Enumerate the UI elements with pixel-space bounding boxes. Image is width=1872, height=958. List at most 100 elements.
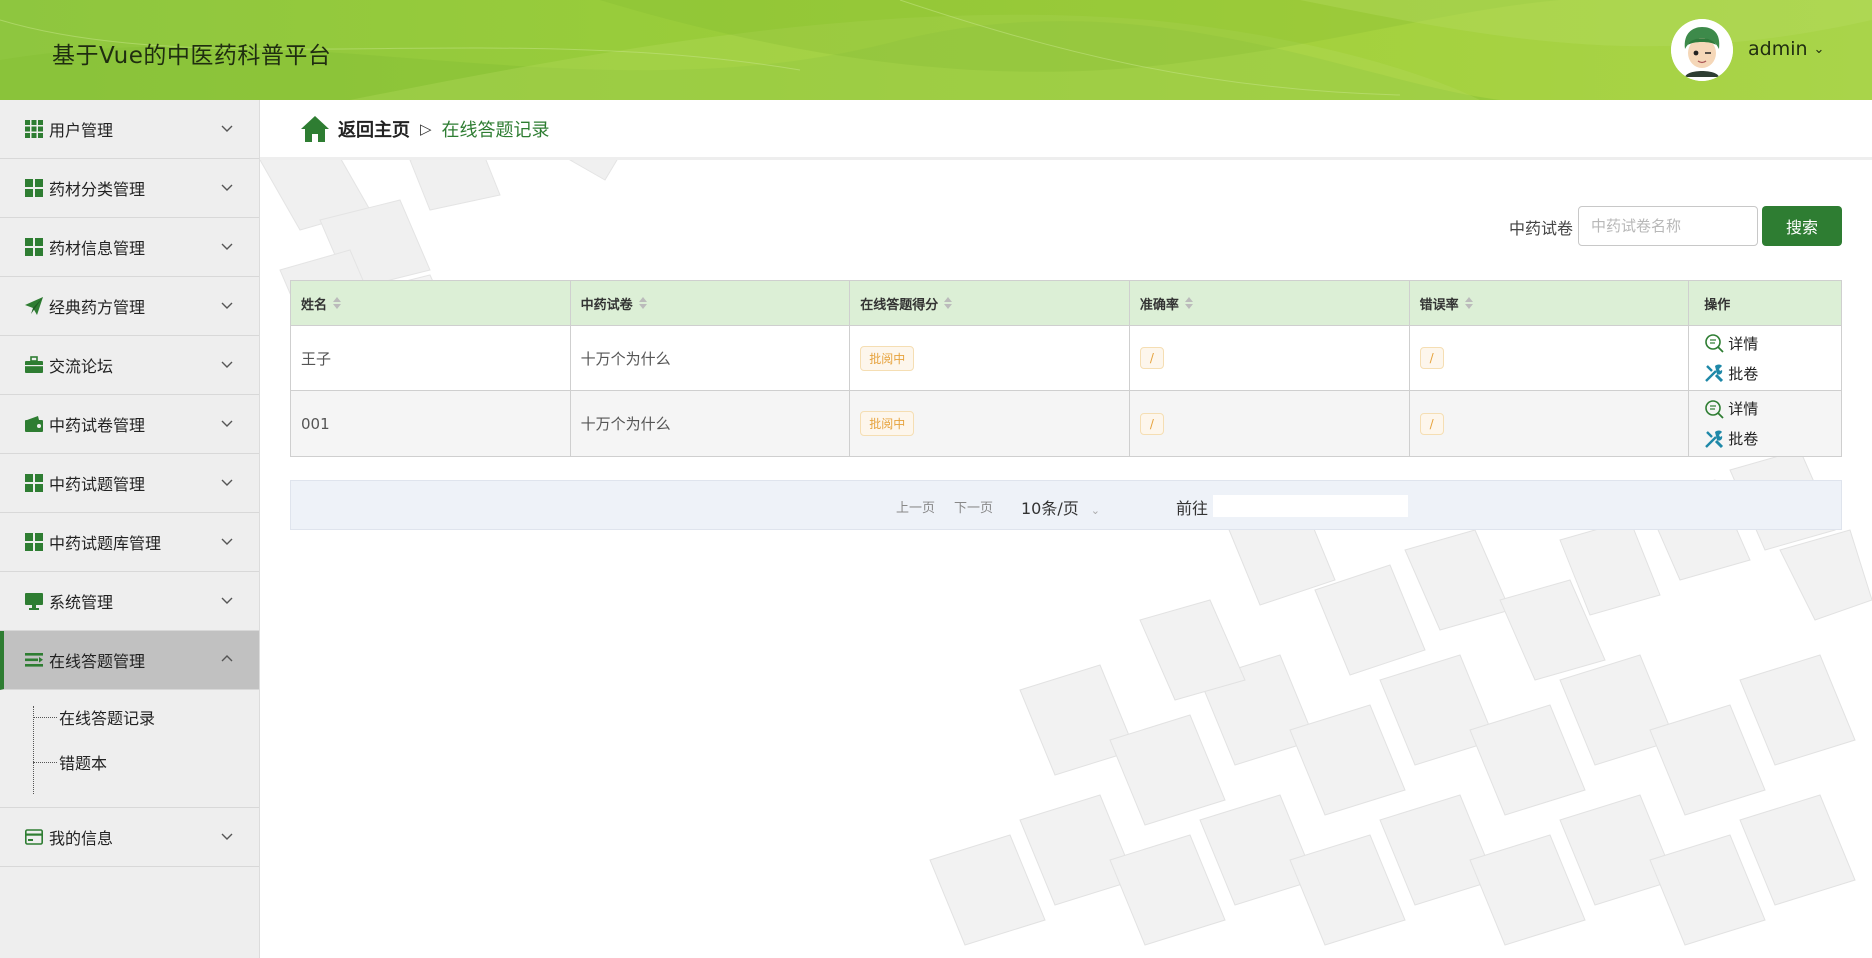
avatar[interactable] (1671, 19, 1733, 81)
chevron-down-icon (221, 184, 233, 191)
next-page-button[interactable]: 下一页 (954, 497, 993, 516)
column-header-label: 中药试卷 (580, 297, 633, 313)
sidebar-item-label: 交流论坛 (49, 357, 114, 376)
detail-label: 详情 (1728, 334, 1759, 353)
sidebar-item-user-management[interactable]: 用户管理 (0, 100, 259, 159)
chevron-down-icon (221, 597, 233, 604)
cell-error-rate: / (1410, 326, 1690, 390)
grade-button[interactable]: 批卷 (1704, 358, 1758, 388)
column-header-error-rate[interactable]: 错误率 (1410, 281, 1690, 325)
submenu-item-answer-records[interactable]: 在线答题记录 (33, 705, 155, 729)
column-header-actions: 操作 (1689, 281, 1841, 325)
search-label: 中药试卷 (1509, 219, 1574, 238)
sort-icon[interactable] (1184, 297, 1193, 309)
app-title: 基于Vue的中医药科普平台 (52, 43, 332, 69)
chevron-down-icon (221, 833, 233, 840)
sidebar-item-my-info[interactable]: 我的信息 (0, 808, 259, 867)
detail-button[interactable]: 详情 (1704, 328, 1758, 358)
paper-plane-icon (24, 296, 44, 316)
grade-button[interactable]: 批卷 (1704, 424, 1758, 454)
cell-name: 王子 (291, 326, 571, 390)
column-header-paper[interactable]: 中药试卷 (571, 281, 851, 325)
tools-icon (1705, 430, 1724, 448)
sort-icon[interactable] (1464, 297, 1473, 309)
chevron-down-icon (221, 361, 233, 368)
column-header-accuracy[interactable]: 准确率 (1130, 281, 1410, 325)
user-menu[interactable]: admin ⌄ (1748, 38, 1824, 60)
search-detail-icon (1705, 399, 1724, 419)
column-header-label: 操作 (1704, 297, 1731, 313)
goto-page-input[interactable] (1213, 495, 1408, 517)
sidebar-item-herb-info[interactable]: 药材信息管理 (0, 218, 259, 277)
search-button[interactable]: 搜索 (1762, 206, 1842, 246)
value-badge: / (1139, 412, 1164, 435)
sidebar-item-label: 药材信息管理 (49, 239, 146, 258)
cell-name: 001 (291, 391, 571, 456)
status-badge: 批阅中 (860, 411, 915, 436)
sidebar-item-label: 药材分类管理 (49, 180, 146, 199)
cell-accuracy: / (1130, 391, 1410, 456)
sidebar-item-label: 我的信息 (49, 829, 114, 848)
sort-icon[interactable] (638, 297, 647, 309)
tree-branch (33, 716, 57, 718)
home-icon[interactable] (300, 115, 330, 143)
breadcrumb: 返回主页 ▷ 在线答题记录 (260, 100, 1872, 160)
sidebar-item-exam-question[interactable]: 中药试题管理 (0, 454, 259, 513)
value-badge: / (1139, 347, 1164, 369)
sidebar-item-herb-category[interactable]: 药材分类管理 (0, 159, 259, 218)
sidebar-item-label: 经典药方管理 (49, 298, 146, 317)
sort-icon[interactable] (333, 297, 342, 309)
pagination: 上一页 下一页 10条/页 ⌄ 前往 (290, 480, 1842, 530)
value-badge: / (1419, 347, 1444, 369)
username: admin (1748, 38, 1808, 60)
sidebar-item-label: 中药试题库管理 (49, 534, 162, 553)
sidebar-item-system[interactable]: 系统管理 (0, 572, 259, 631)
tools-icon (1705, 364, 1724, 383)
chevron-down-icon (221, 302, 233, 309)
cell-actions: 详情 批卷 (1689, 326, 1841, 390)
breadcrumb-current: 在线答题记录 (441, 119, 550, 141)
sidebar-item-classic-prescriptions[interactable]: 经典药方管理 (0, 277, 259, 336)
cell-paper: 十万个为什么 (571, 391, 851, 456)
sidebar-item-question-bank[interactable]: 中药试题库管理 (0, 513, 259, 572)
chevron-down-icon: ⌄ (1090, 504, 1100, 517)
records-table: 姓名 中药试卷 在线答题得分 准确率 错误率 操作 王子 十万个为什么 批阅中 … (290, 280, 1842, 457)
cell-accuracy: / (1130, 326, 1410, 390)
prev-page-button[interactable]: 上一页 (896, 497, 935, 516)
chevron-down-icon (221, 479, 233, 486)
breadcrumb-home-link[interactable]: 返回主页 (338, 116, 410, 142)
column-header-label: 在线答题得分 (860, 297, 939, 313)
cell-actions: 详情 批卷 (1689, 391, 1841, 456)
main-content: 返回主页 ▷ 在线答题记录 中药试卷 搜索 姓名 中药试卷 在线答题得分 准确率… (260, 100, 1872, 958)
status-badge: 批阅中 (860, 345, 915, 371)
page-size-select[interactable]: 10条/页 ⌄ (1021, 495, 1100, 519)
submenu-item-wrong-book[interactable]: 错题本 (33, 750, 107, 774)
cell-error-rate: / (1410, 391, 1690, 456)
sidebar-item-online-answer[interactable]: 在线答题管理 (0, 631, 259, 690)
detail-button[interactable]: 详情 (1704, 394, 1758, 424)
detail-label: 详情 (1728, 400, 1759, 418)
briefcase-icon (24, 355, 44, 375)
chevron-down-icon (221, 243, 233, 250)
cell-paper: 十万个为什么 (571, 326, 851, 390)
table-row: 王子 十万个为什么 批阅中 / / 详情 批卷 (291, 326, 1841, 391)
sidebar-item-label: 在线答题管理 (49, 652, 146, 671)
column-header-score[interactable]: 在线答题得分 (850, 281, 1130, 325)
chevron-down-icon (221, 125, 233, 132)
tree-branch (33, 761, 57, 763)
column-header-label: 准确率 (1139, 297, 1179, 313)
sidebar-submenu-online-answer: 在线答题记录 错题本 (0, 690, 259, 808)
sidebar-item-label: 系统管理 (49, 593, 114, 612)
sidebar-item-label: 用户管理 (49, 121, 114, 140)
top-header: 基于Vue的中医药科普平台 admin ⌄ (0, 0, 1872, 100)
sidebar-item-forum[interactable]: 交流论坛 (0, 336, 259, 395)
sort-icon[interactable] (944, 297, 953, 309)
sidebar-item-exam-paper[interactable]: 中药试卷管理 (0, 395, 259, 454)
column-header-name[interactable]: 姓名 (291, 281, 571, 325)
tiles-icon (24, 178, 44, 198)
page-size-value: 10条/页 (1021, 499, 1079, 518)
paper-name-search-input[interactable] (1578, 206, 1758, 246)
tiles-icon (24, 473, 44, 493)
monitor-icon (24, 591, 44, 611)
goto-label: 前往 (1176, 499, 1209, 518)
